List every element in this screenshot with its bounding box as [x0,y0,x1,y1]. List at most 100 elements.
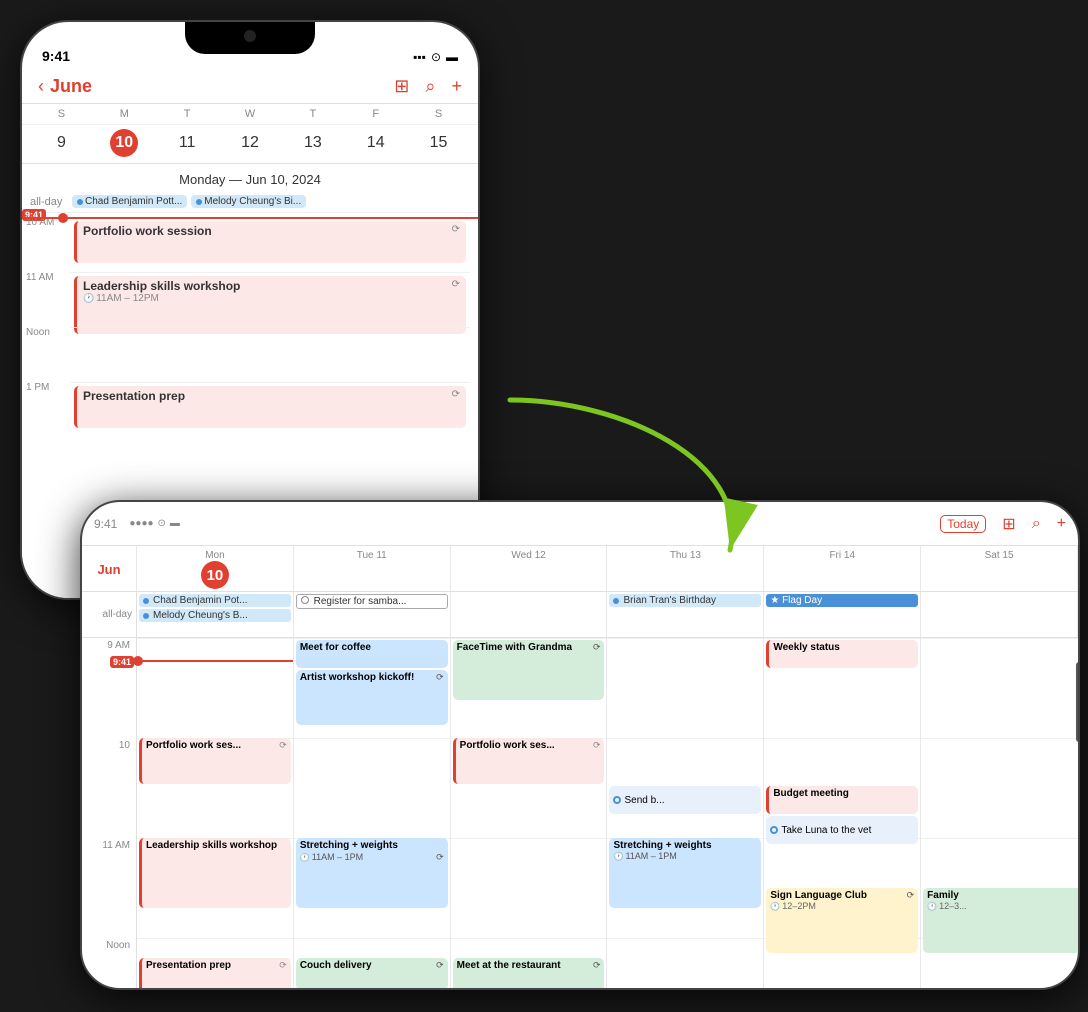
event-title: Meet for coffee [300,642,371,653]
grid-view-icon-p2[interactable]: ⊞ [1002,514,1015,534]
day-label-sun: S [30,108,93,120]
event-label: Chad Benjamin Pot... [153,595,248,606]
event-luna-vet[interactable]: Take Luna to the vet [766,816,918,844]
add-event-icon-p2[interactable]: + [1057,515,1066,533]
date-13[interactable]: 13 [299,129,327,157]
allday-mon: Chad Benjamin Pot... Melody Cheung's B..… [137,592,294,637]
allday-flagday[interactable]: ★ Flag Day [766,594,918,607]
sync-icon: ⟳ [279,960,287,972]
event-title: Presentation prep [146,960,231,972]
event-title: Budget meeting [773,788,849,799]
search-icon[interactable]: ⌕ [425,76,435,97]
event-meet-coffee[interactable]: Meet for coffee [296,640,448,668]
day-name-tue: Tue 11 [298,550,446,561]
event-dot [143,598,149,604]
hour-line [607,638,763,639]
day-label-mon: M [93,108,156,120]
signal-icon-p2: ●●●● [129,518,153,529]
allday-chad[interactable]: Chad Benjamin Pot... [139,594,291,607]
col-header-fri[interactable]: Fri 14 [764,546,921,591]
day-name-fri: Fri 14 [768,550,916,561]
allday-melody[interactable]: Melody Cheung's B... [139,609,291,622]
selected-day-label: Monday — Jun 10, 2024 [22,164,478,191]
allday-samba[interactable]: Register for samba... [296,594,448,609]
now-badge-p2: 9:41 [110,656,134,668]
clock-icon: 🕐 [300,853,310,862]
search-icon-p2[interactable]: ⌕ [1032,515,1041,533]
event-leadership[interactable]: Leadership skills workshop ⟳ 🕐 11AM – 12… [74,276,466,334]
col-wed: FaceTime with Grandma ⟳ Portfolio work s… [451,638,608,988]
week-header-row: Jun Mon 10 Tue 11 Wed 12 Thu 13 [82,546,1078,592]
date-9[interactable]: 9 [47,129,75,157]
event-title: Leadership skills workshop [146,840,277,851]
sync-icon: ⟳ [593,642,601,654]
side-button[interactable] [1076,662,1080,742]
event-meet-restaurant[interactable]: Meet at the restaurant ⟳ [453,958,605,988]
time-label-11am: 11 AM [102,840,130,851]
event-dot [301,596,309,604]
back-chevron-icon[interactable]: ‹ [38,76,44,97]
event-artist-workshop[interactable]: Artist workshop kickoff! ⟳ [296,670,448,725]
allday-events-list: Chad Benjamin Pott... Melody Cheung's Bi… [72,195,306,208]
day-label-sat: S [407,108,470,120]
hour-line [607,738,763,739]
sync-icon: ⟳ [436,672,444,684]
event-title: Portfolio work session [83,224,212,238]
grid-view-icon[interactable]: ⊞ [394,76,409,97]
event-leadership-mon[interactable]: Leadership skills workshop [139,838,291,908]
event-budget-meeting[interactable]: Budget meeting [766,786,918,814]
event-facetime[interactable]: FaceTime with Grandma ⟳ [453,640,605,700]
col-header-sat[interactable]: Sat 15 [921,546,1078,591]
day-label-wed: W [219,108,282,120]
event-portfolio-work[interactable]: Portfolio work session ⟳ [74,221,466,263]
event-title: Portfolio work ses... [460,740,555,752]
sync-icon: ⟳ [436,852,444,863]
allday-event-label: Melody Cheung's Bi... [204,196,301,207]
event-send-thu[interactable]: Send b... [609,786,761,814]
time-label-9am: 9 AM [107,640,130,651]
event-couch-delivery[interactable]: Couch delivery ⟳ [296,958,448,988]
event-family[interactable]: Family 🕐 12–3... [923,888,1078,953]
hour-line [294,738,450,739]
hour-line [921,638,1078,639]
event-pres-prep-mon[interactable]: Presentation prep ⟳ [139,958,291,988]
col-header-wed[interactable]: Wed 12 [451,546,608,591]
status-icons-p2: ●●●● ⊙ ▬ [129,518,180,529]
allday-thu: Brian Tran's Birthday [607,592,764,637]
date-12[interactable]: 12 [236,129,264,157]
status-time: 9:41 [42,48,70,64]
col-header-thu[interactable]: Thu 13 [607,546,764,591]
event-sign-language[interactable]: Sign Language Club ⟳ 🕐 12–2PM [766,888,918,953]
time-11am: 11 AM [26,272,54,283]
add-event-icon[interactable]: + [451,76,462,97]
col-header-mon[interactable]: Mon 10 [137,546,294,591]
phone2-cal-header: 9:41 ●●●● ⊙ ▬ Today ⊞ ⌕ + [82,502,1078,546]
today-button[interactable]: Today [940,515,986,533]
timeline: 9:41 10 AM Portfolio work session ⟳ 11 A… [70,217,478,477]
phone2-calendar-app: 9:41 ●●●● ⊙ ▬ Today ⊞ ⌕ + Jun [82,502,1078,988]
week-day-labels: S M T W T F S [22,104,478,125]
allday-event-melody[interactable]: Melody Cheung's Bi... [191,195,306,208]
allday-label-p2: all-day [82,592,137,637]
time-label-noon: Noon [106,940,130,951]
date-14[interactable]: 14 [362,129,390,157]
time-scroll-area[interactable]: 9 AM 9:41 10 11 AM Noon 1 PM 2 PM [82,638,1078,988]
event-stretching-thu[interactable]: Stretching + weights 🕐 11AM – 1PM [609,838,761,908]
event-presentation-prep[interactable]: Presentation prep ⟳ [74,386,466,428]
event-title: Send b... [624,795,664,806]
date-10-today[interactable]: 10 [110,129,138,157]
event-title: Presentation prep [83,389,185,403]
month-label[interactable]: June [50,76,92,97]
event-portfolio-mon[interactable]: Portfolio work ses... ⟳ [139,738,291,784]
event-stretching-tue[interactable]: Stretching + weights 🕐 11AM – 1PM ⟳ [296,838,448,908]
col-header-tue[interactable]: Tue 11 [294,546,451,591]
hour-line [451,938,607,939]
event-time: 🕐 11AM – 12PM [83,293,460,304]
event-title: FaceTime with Grandma [457,642,572,654]
date-11[interactable]: 11 [173,129,201,157]
event-weekly-status[interactable]: Weekly status [766,640,918,668]
allday-event-chad[interactable]: Chad Benjamin Pott... [72,195,187,208]
event-portfolio-wed[interactable]: Portfolio work ses... ⟳ [453,738,605,784]
date-15[interactable]: 15 [425,129,453,157]
allday-brian[interactable]: Brian Tran's Birthday [609,594,761,607]
